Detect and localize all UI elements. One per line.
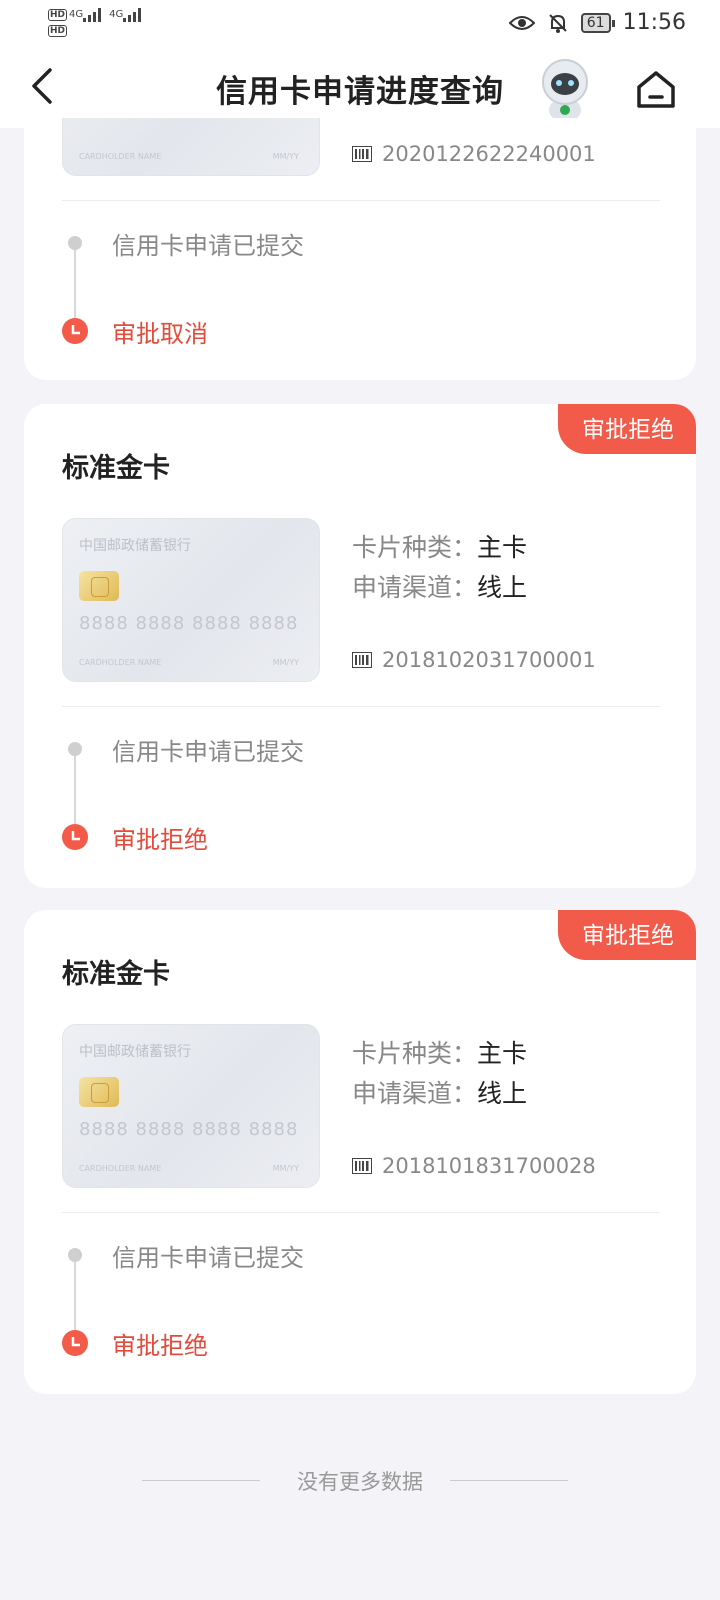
card-number: 8888 8888 8888 8888	[79, 613, 299, 634]
timeline-dot	[68, 1248, 82, 1262]
status-badge: 审批拒绝	[558, 910, 696, 960]
serial-number: 2020122622240001	[382, 142, 596, 166]
serial-number: 2018101831700028	[382, 1154, 596, 1178]
timeline-dot	[68, 236, 82, 250]
card-product-name: 标准金卡	[62, 959, 170, 990]
no-more-data-text: 没有更多数据	[297, 1470, 423, 1494]
channel-value: 线上	[477, 573, 528, 602]
barcode-icon	[352, 652, 372, 668]
divider	[62, 706, 660, 707]
hd-indicator: HD	[48, 9, 68, 21]
bell-muted-icon	[549, 13, 567, 33]
card-expiry-text: MM/YY	[272, 658, 299, 667]
card-expiry-text: MM/YY	[272, 1164, 299, 1173]
status-badge: 审批拒绝	[558, 404, 696, 454]
hd-indicator: HD	[48, 25, 68, 37]
timeline-line	[74, 1262, 76, 1332]
channel-label: 申请渠道：	[352, 1079, 478, 1108]
timeline-step-status: 审批拒绝	[112, 1332, 208, 1360]
card-type-row: 卡片种类：主卡	[352, 1034, 527, 1070]
card-type-value: 主卡	[477, 533, 528, 562]
status-bar: HD 4G 4G HD 61 11:56	[0, 0, 720, 48]
divider	[450, 1480, 568, 1481]
signal-label: 4G	[109, 9, 124, 20]
signal-icon	[123, 8, 143, 22]
card-type-label: 卡片种类：	[352, 1039, 478, 1068]
barcode-icon	[352, 1158, 372, 1174]
timeline-line	[74, 756, 76, 826]
bank-card-image: 中国邮政储蓄银行 8888 8888 8888 8888 CARDHOLDER …	[62, 1024, 320, 1188]
card-holder-text: CARDHOLDER NAME	[79, 658, 162, 667]
network-indicators: HD 4G 4G HD	[48, 6, 143, 37]
serial-number: 2018102031700001	[382, 648, 596, 672]
application-serial: 2018102031700001	[352, 648, 596, 672]
home-button[interactable]	[634, 68, 678, 110]
card-number: 8888 8888 8888 8888	[79, 1119, 299, 1140]
clock-icon	[62, 318, 88, 344]
status-icons: 61 11:56	[508, 10, 686, 35]
application-serial: 2018101831700028	[352, 1154, 596, 1178]
card-type-value: 主卡	[477, 1039, 528, 1068]
bank-card-image: CARDHOLDER NAME MM/YY	[62, 118, 320, 176]
divider	[62, 200, 660, 201]
card-type-row: 卡片种类：主卡	[352, 528, 527, 564]
assistant-mascot-icon[interactable]	[534, 54, 596, 124]
home-icon	[637, 71, 675, 108]
channel-label: 申请渠道：	[352, 573, 478, 602]
card-holder-text: CARDHOLDER NAME	[79, 1164, 162, 1173]
application-card[interactable]: 审批拒绝 标准金卡 中国邮政储蓄银行 8888 8888 8888 8888 C…	[24, 910, 696, 1394]
timeline-step-submitted: 信用卡申请已提交	[112, 232, 304, 260]
card-type-label: 卡片种类：	[352, 533, 478, 562]
clock-icon	[62, 1330, 88, 1356]
barcode-icon	[352, 146, 372, 162]
application-card[interactable]: CARDHOLDER NAME MM/YY 2020122622240001 信…	[24, 118, 696, 380]
channel-value: 线上	[477, 1079, 528, 1108]
application-serial: 2020122622240001	[352, 142, 596, 166]
list-end-indicator: 没有更多数据	[0, 1466, 720, 1496]
page-title: 信用卡申请进度查询	[216, 74, 504, 110]
card-holder-text: CARDHOLDER NAME	[79, 152, 162, 161]
card-product-name: 标准金卡	[62, 453, 170, 484]
clock-icon	[62, 824, 88, 850]
channel-row: 申请渠道：线上	[352, 1074, 527, 1110]
bank-card-image: 中国邮政储蓄银行 8888 8888 8888 8888 CARDHOLDER …	[62, 518, 320, 682]
bank-name: 中国邮政储蓄银行	[79, 538, 191, 554]
bank-name: 中国邮政储蓄银行	[79, 1044, 191, 1060]
timeline-step-submitted: 信用卡申请已提交	[112, 738, 304, 766]
divider	[62, 1212, 660, 1213]
nav-header: 信用卡申请进度查询	[0, 48, 720, 128]
battery-icon: 61	[580, 12, 615, 33]
signal-icon	[83, 8, 103, 22]
chip-icon	[79, 571, 119, 601]
timeline-dot	[68, 742, 82, 756]
application-card[interactable]: 审批拒绝 标准金卡 中国邮政储蓄银行 8888 8888 8888 8888 C…	[24, 404, 696, 888]
timeline-step-submitted: 信用卡申请已提交	[112, 1244, 304, 1272]
timeline-line	[74, 250, 76, 320]
timeline-step-status: 审批拒绝	[112, 826, 208, 854]
timeline-step-status: 审批取消	[112, 320, 208, 348]
channel-row: 申请渠道：线上	[352, 568, 527, 604]
card-expiry-text: MM/YY	[272, 152, 299, 161]
chip-icon	[79, 1077, 119, 1107]
signal-label: 4G	[69, 9, 84, 20]
clock: 11:56	[622, 10, 686, 35]
eye-icon	[508, 15, 535, 30]
